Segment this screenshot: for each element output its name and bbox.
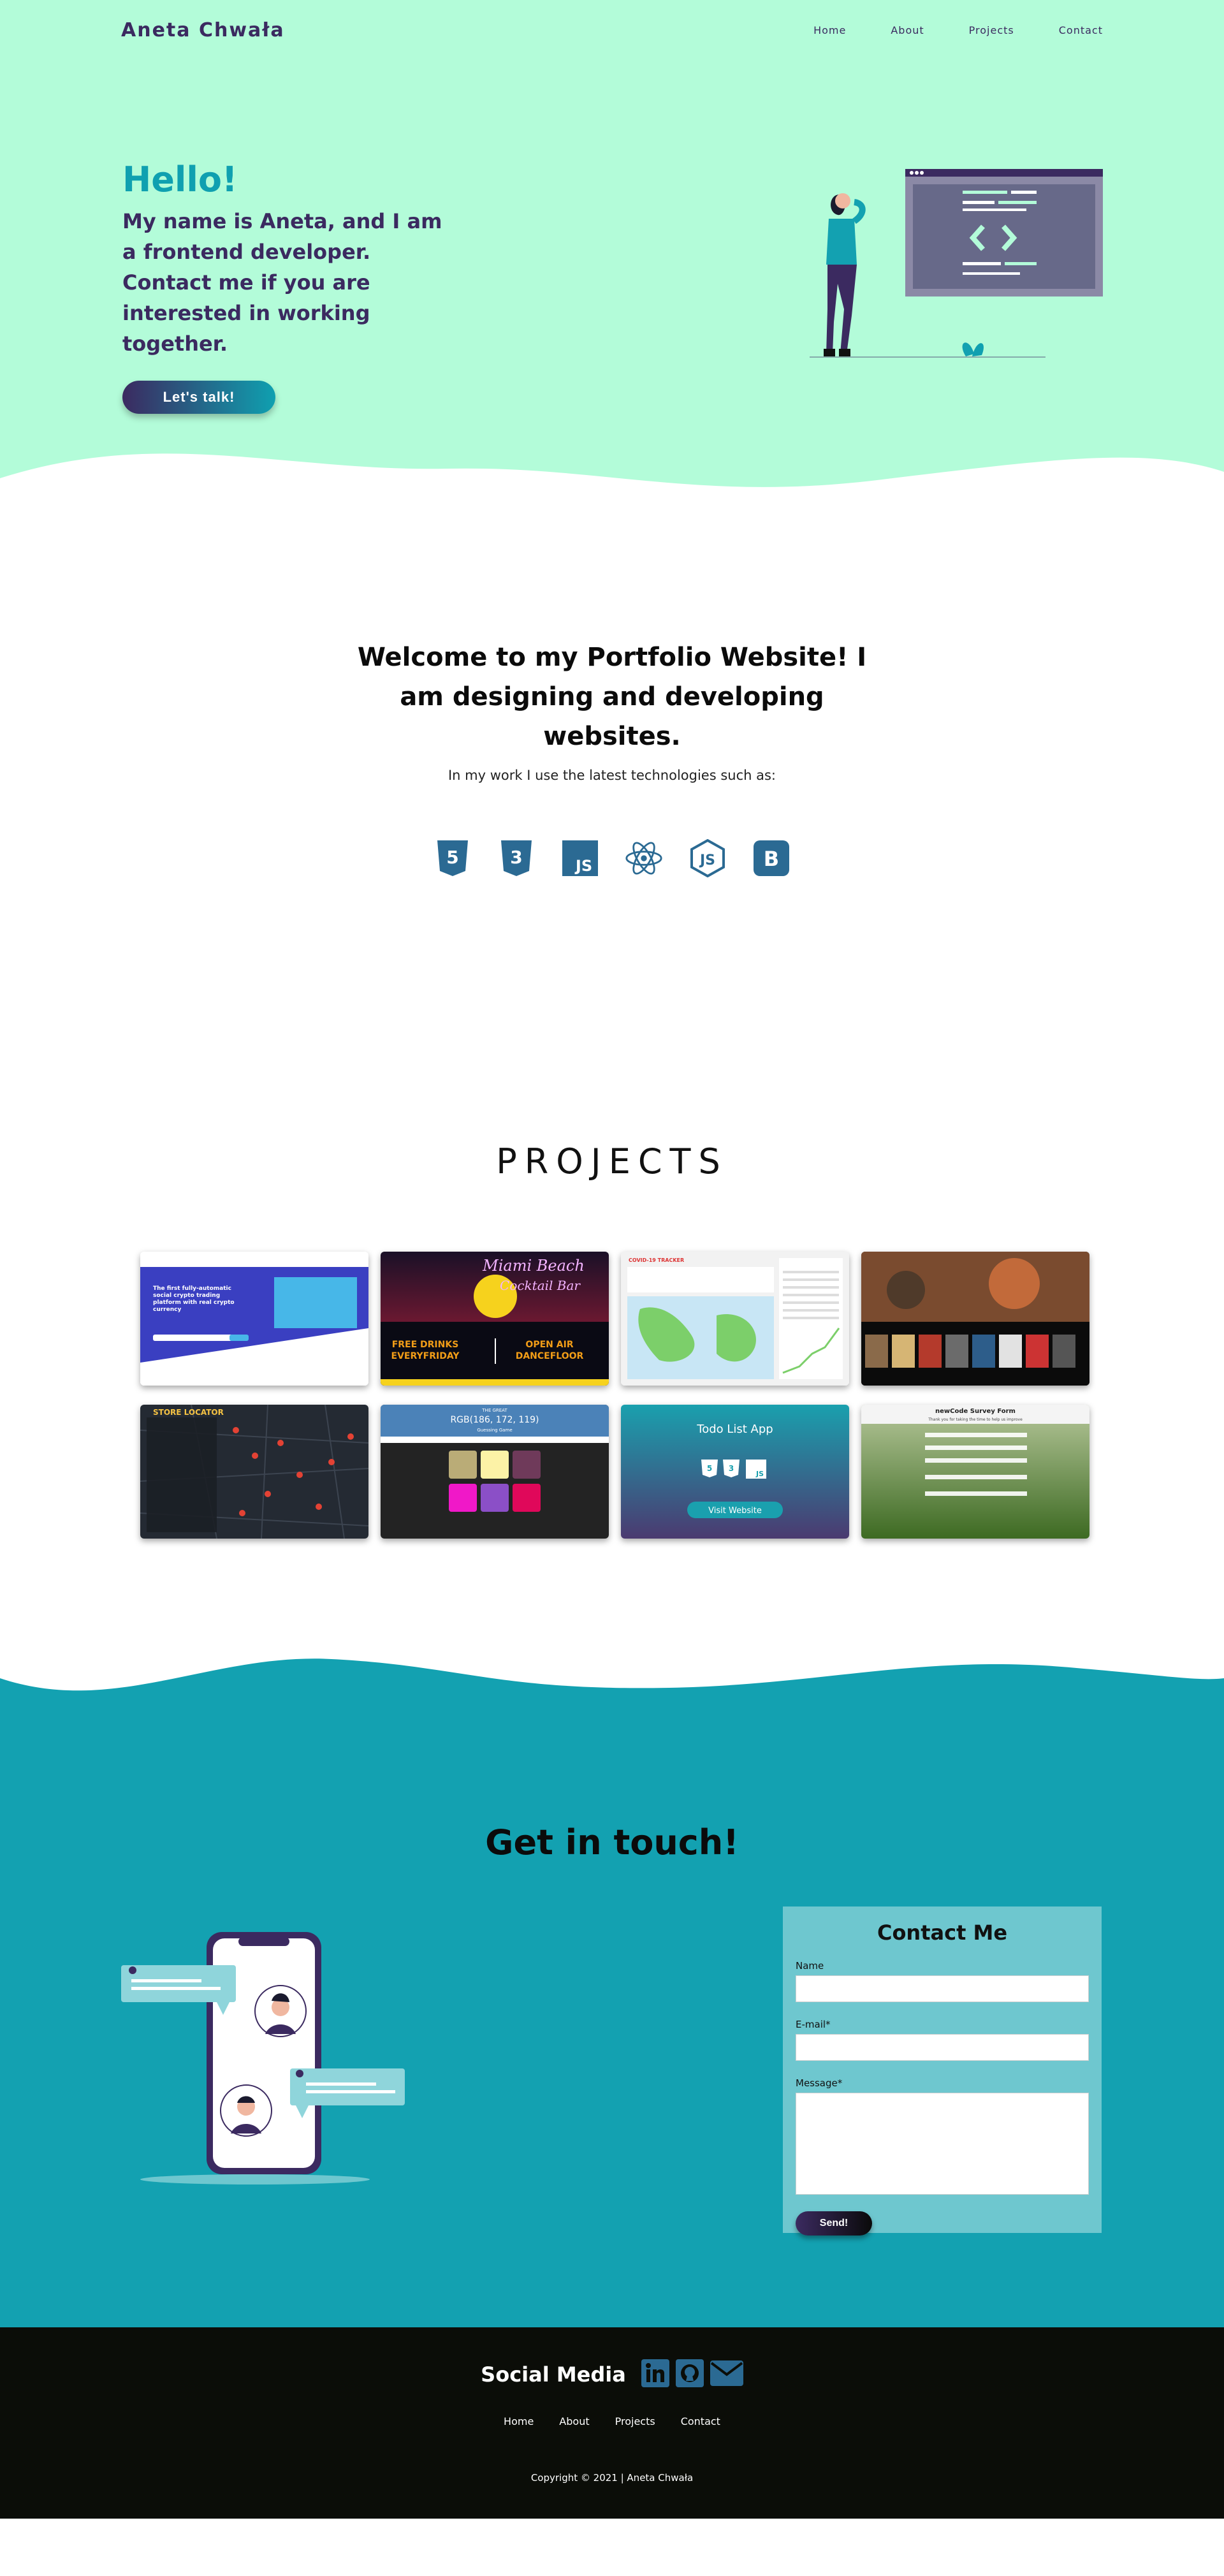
nav-links: Home About Projects Contact [813, 24, 1103, 36]
bootstrap-icon: B [752, 839, 790, 877]
hero-text: Hello! My name is Aneta, and I am a fron… [122, 159, 454, 414]
survey-subtitle: Thank you for taking the time to help us… [928, 1417, 1023, 1422]
name-input[interactable] [796, 1975, 1089, 2002]
covid-title: COVID-19 TRACKER [629, 1257, 684, 1263]
html5-icon: 5 [433, 839, 472, 877]
footer-projects-link[interactable]: Projects [615, 2415, 655, 2427]
projects-grid: The first fully-automatic social crypto t… [140, 1252, 1089, 1539]
todo-title: Todo List App [696, 1423, 773, 1436]
project-card-cocktail-bar[interactable]: Miami Beach Cocktail Bar FREE DRINKS EVER… [381, 1252, 609, 1386]
lets-talk-button[interactable]: Let's talk! [122, 381, 275, 414]
project-card-movies[interactable] [861, 1252, 1089, 1386]
site-logo[interactable]: Aneta Chwała [121, 19, 285, 41]
linkedin-icon[interactable] [641, 2359, 669, 2390]
project-card-survey[interactable]: newCode Survey Form Thank you for taking… [861, 1405, 1089, 1539]
project-card-color-game[interactable]: THE GREAT RGB(186, 172, 119) Guessing Ga… [381, 1405, 609, 1539]
site-footer: Social Media Home About Projects Contact… [0, 2327, 1224, 2519]
cocktail-neon-title: Miami Beach [482, 1257, 585, 1275]
svg-text:5: 5 [707, 1464, 712, 1473]
project-card-todo[interactable]: Todo List App 5 3 JS Visit Website [621, 1405, 849, 1539]
svg-text:JS: JS [574, 857, 592, 875]
hero-wave-divider [0, 453, 1224, 510]
nav-projects-link[interactable]: Projects [969, 24, 1014, 36]
svg-text:3: 3 [729, 1464, 734, 1473]
hero-section: Aneta Chwała Home About Projects Contact… [0, 0, 1224, 510]
email-input[interactable] [796, 2034, 1089, 2061]
email-icon[interactable] [710, 2360, 743, 2389]
copyright-text: Copyright © 2021 | Aneta Chwała [530, 2472, 694, 2484]
social-media-row: Social Media [0, 2359, 1224, 2390]
about-subheading: In my work I use the latest technologies… [448, 768, 776, 783]
projects-heading: PROJECTS [496, 1141, 728, 1182]
project-card-crypto[interactable]: The first fully-automatic social crypto t… [140, 1252, 368, 1386]
footer-contact-link[interactable]: Contact [681, 2415, 720, 2427]
hero-greeting: Hello! [122, 159, 238, 200]
contact-heading: Get in touch! [485, 1822, 739, 1862]
contact-wave-divider [0, 1658, 1224, 1716]
cocktail-neon-subtitle: Cocktail Bar [500, 1278, 581, 1293]
projects-section: PROJECTS The first fully-automatic social… [0, 1033, 1224, 1715]
contact-form-title: Contact Me [877, 1921, 1008, 1945]
contact-section: Get in touch! Contact Me Name E-mail* Me… [0, 1658, 1224, 2327]
todo-visit-button: Visit Website [708, 1506, 762, 1516]
svg-text:JS: JS [699, 853, 715, 868]
message-label: Message* [796, 2077, 843, 2089]
color-game-rgb: RGB(186, 172, 119) [450, 1415, 539, 1425]
footer-about-link[interactable]: About [559, 2415, 589, 2427]
tech-icons: 5 3 JS JS B [0, 839, 1224, 877]
footer-nav: Home About Projects Contact [0, 2415, 1224, 2427]
chat-phone-illustration [121, 1932, 405, 2184]
covid-tracker-thumbnail: COVID-19 TRACKER [621, 1252, 849, 1386]
svg-text:JS: JS [755, 1470, 764, 1478]
social-media-title: Social Media [481, 2362, 626, 2387]
survey-form-thumbnail: newCode Survey Form Thank you for taking… [861, 1405, 1089, 1539]
react-icon [625, 839, 663, 877]
css3-icon: 3 [497, 839, 536, 877]
developer-illustration [810, 169, 1103, 358]
store-locator-title: STORE LOCATOR [153, 1408, 224, 1417]
javascript-icon: JS [561, 839, 599, 877]
message-textarea[interactable] [796, 2093, 1089, 2195]
color-game-sub: Guessing Game [477, 1428, 512, 1433]
svg-text:5: 5 [446, 847, 458, 868]
email-label: E-mail* [796, 2019, 831, 2030]
movie-streaming-thumbnail [861, 1252, 1089, 1386]
todo-app-thumbnail: Todo List App 5 3 JS Visit Website [621, 1405, 849, 1539]
github-icon[interactable] [675, 2359, 704, 2390]
nodejs-icon: JS [688, 839, 727, 877]
about-section: Welcome to my Portfolio Website! I am de… [0, 510, 1224, 1033]
cocktail-bar-thumbnail: Miami Beach Cocktail Bar FREE DRINKS EVER… [381, 1252, 609, 1386]
top-navbar: Aneta Chwała Home About Projects Contact [0, 0, 1224, 61]
svg-text:B: B [764, 847, 779, 871]
svg-text:3: 3 [510, 847, 522, 868]
nav-home-link[interactable]: Home [813, 24, 846, 36]
nav-about-link[interactable]: About [891, 24, 924, 36]
footer-home-link[interactable]: Home [504, 2415, 534, 2427]
about-heading: Welcome to my Portfolio Website! I am de… [357, 643, 867, 751]
contact-form: Contact Me Name E-mail* Message* Send! [783, 1906, 1102, 2236]
name-label: Name [796, 1960, 824, 1972]
nav-contact-link[interactable]: Contact [1059, 24, 1103, 36]
survey-title: newCode Survey Form [935, 1408, 1016, 1415]
project-card-covid-tracker[interactable]: COVID-19 TRACKER [621, 1252, 849, 1386]
color-game-header: THE GREAT [481, 1408, 507, 1413]
crypto-landing-thumbnail: The first fully-automatic social crypto t… [140, 1252, 368, 1386]
color-game-thumbnail: THE GREAT RGB(186, 172, 119) Guessing Ga… [381, 1405, 609, 1539]
project-card-store-locator[interactable]: STORE LOCATOR [140, 1405, 368, 1539]
hero-intro: My name is Aneta, and I am a frontend de… [122, 209, 442, 356]
store-locator-thumbnail: STORE LOCATOR [140, 1405, 368, 1539]
send-button[interactable]: Send! [796, 2211, 872, 2236]
